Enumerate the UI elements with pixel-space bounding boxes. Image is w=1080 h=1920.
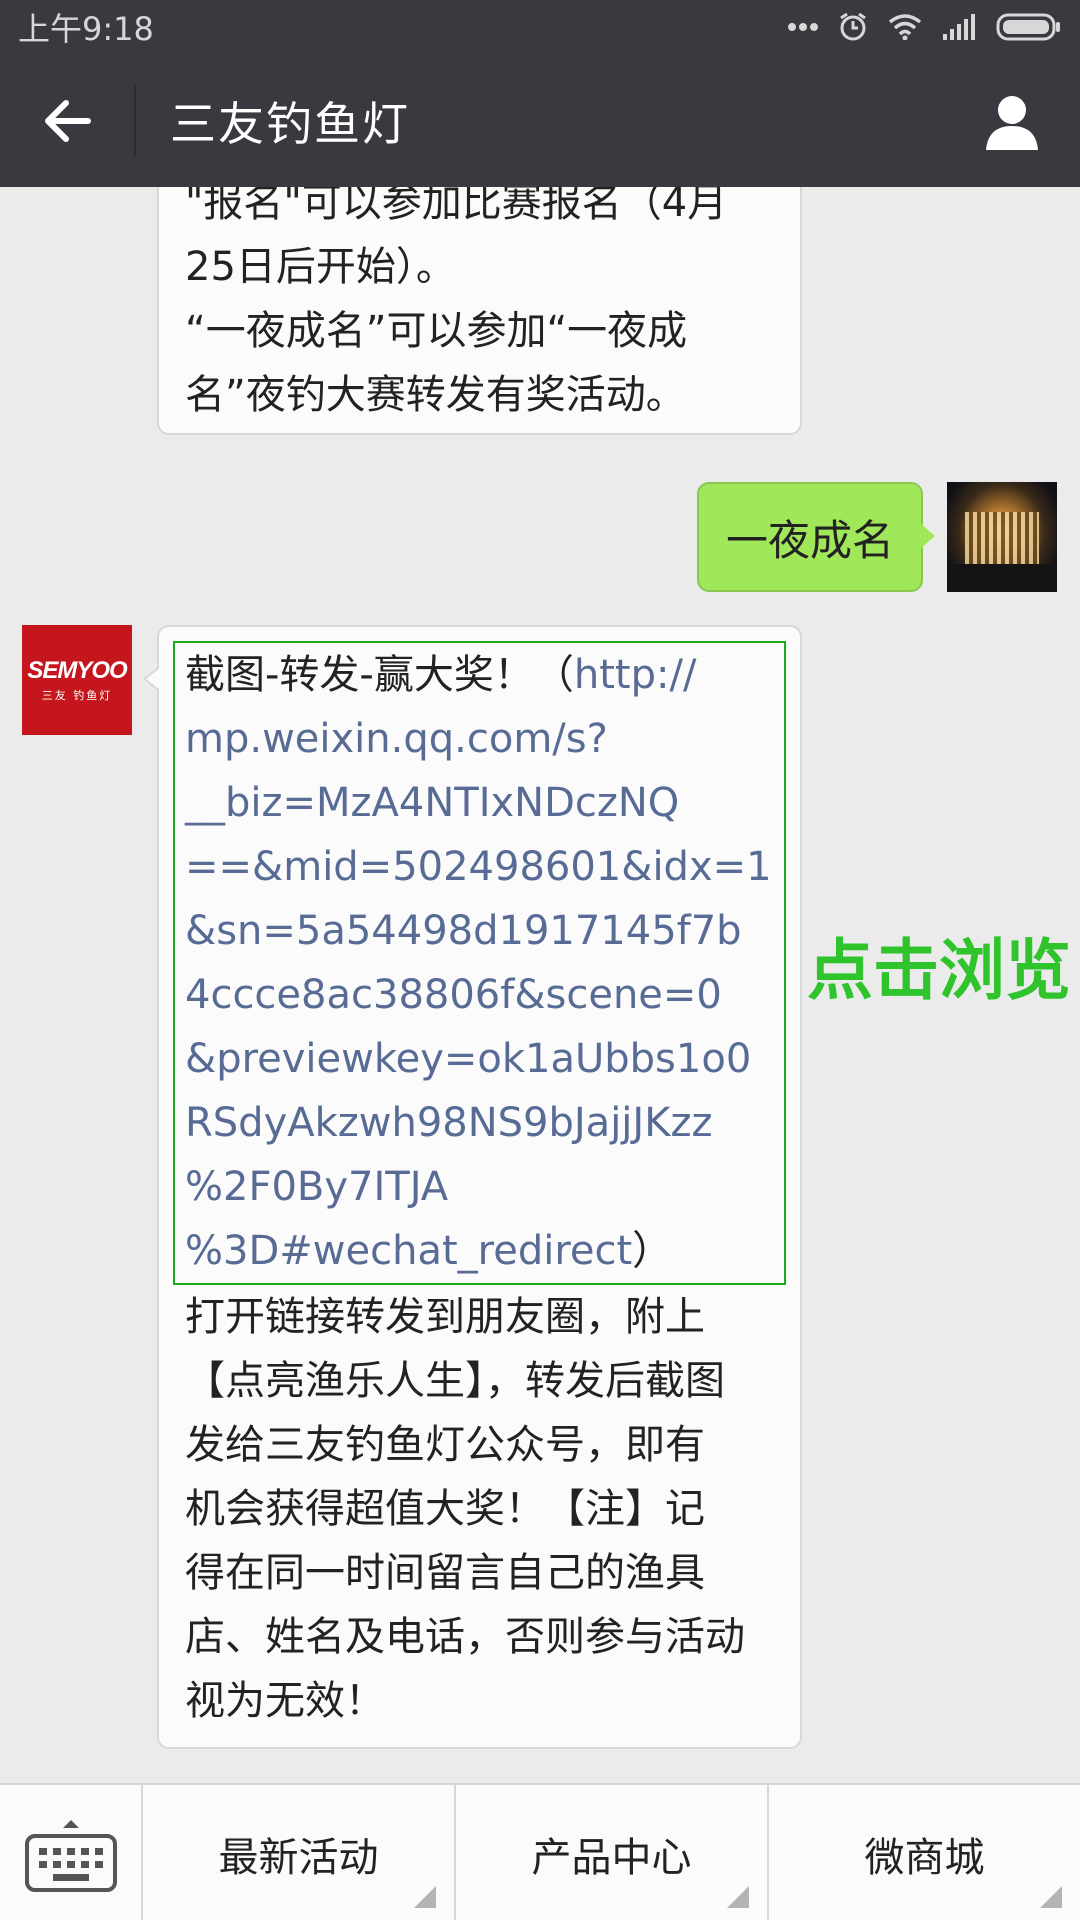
message-bubble-received[interactable]: 截图-转发-赢大奖！（http:// mp.weixin.qq.com/s? _… bbox=[143, 625, 802, 1749]
message-line: 店、姓名及电话，否则参与活动 bbox=[185, 1614, 745, 1660]
brand-logo: SEMYOO bbox=[27, 657, 127, 684]
message-line: 打开链接转发到朋友圈，附上 bbox=[185, 1294, 705, 1340]
more-dots-icon bbox=[788, 23, 818, 31]
avatar-building-shape bbox=[965, 512, 1039, 567]
menu-micro-shop[interactable]: 微商城 bbox=[769, 1785, 1080, 1920]
submenu-corner-icon bbox=[414, 1886, 436, 1908]
back-button[interactable] bbox=[0, 54, 134, 187]
menu-item-label: 微商城 bbox=[864, 1834, 985, 1881]
title-bar: 三友钓鱼灯 bbox=[0, 54, 1080, 187]
message-line: %3D#wechat_redirect） bbox=[185, 1219, 774, 1283]
message-line: 机会获得超值大奖！【注】记 bbox=[185, 1486, 705, 1532]
user-avatar[interactable] bbox=[947, 482, 1057, 592]
menu-product-center[interactable]: 产品中心 bbox=[456, 1785, 769, 1920]
message-link[interactable]: http:// bbox=[574, 652, 697, 698]
chat-area[interactable]: "报名"可以参加比赛报名（4月 25日后开始）。 “一夜成名”可以参加“一夜成 … bbox=[0, 187, 1080, 1783]
message-close-paren: ） bbox=[632, 1228, 673, 1274]
status-time: 上午9:18 bbox=[18, 10, 154, 48]
profile-button[interactable] bbox=[972, 82, 1052, 162]
battery-icon bbox=[996, 13, 1060, 41]
message-link[interactable]: RSdyAkzwh98NS9bJajjJKzz bbox=[185, 1091, 774, 1155]
menu-item-label: 产品中心 bbox=[531, 1834, 692, 1881]
click-to-browse-callout: 点击浏览 bbox=[807, 932, 1071, 1009]
message-line: 截图-转发-赢大奖！（http:// bbox=[185, 643, 774, 707]
message-line: 得在同一时间留言自己的渔具 bbox=[185, 1550, 705, 1596]
message-link[interactable]: 4ccce8ac38806f&scene=0 bbox=[185, 963, 774, 1027]
message-line: 名”夜钓大赛转发有奖活动。 bbox=[185, 372, 686, 418]
message-line: "报名"可以参加比赛报名（4月 bbox=[185, 187, 728, 226]
link-highlight-box: 截图-转发-赢大奖！（http:// mp.weixin.qq.com/s? _… bbox=[173, 641, 786, 1285]
message-text: 一夜成名 bbox=[725, 515, 894, 565]
message-line: 发给三友钓鱼灯公众号，即有 bbox=[185, 1422, 705, 1468]
status-icons bbox=[788, 12, 1062, 42]
message-line: 【点亮渔乐人生】，转发后截图 bbox=[185, 1358, 725, 1404]
message-line: 视为无效！ bbox=[185, 1678, 385, 1724]
keyboard-icon bbox=[24, 1819, 117, 1892]
person-icon bbox=[986, 96, 1038, 150]
message-link[interactable]: %3D#wechat_redirect bbox=[185, 1228, 632, 1274]
submenu-corner-icon bbox=[1040, 1886, 1062, 1908]
message-link[interactable]: mp.weixin.qq.com/s? bbox=[185, 707, 774, 771]
message-link[interactable]: __biz=MzA4NTIxNDczNQ bbox=[185, 771, 774, 835]
message-bubble-sent[interactable]: 一夜成名 bbox=[697, 482, 935, 592]
signal-icon bbox=[943, 14, 975, 40]
message-link[interactable]: &previewkey=ok1aUbbs1o0 bbox=[185, 1027, 774, 1091]
arrow-left-icon bbox=[45, 99, 91, 142]
brand-avatar[interactable]: SEMYOO 三友 钓鱼灯 bbox=[22, 625, 132, 735]
message-line: 25日后开始）。 bbox=[185, 244, 456, 290]
message-bubble-received[interactable]: "报名"可以参加比赛报名（4月 25日后开始）。 “一夜成名”可以参加“一夜成 … bbox=[157, 187, 802, 435]
message-link[interactable]: %2F0By7ITJA bbox=[185, 1155, 774, 1219]
title-divider bbox=[134, 84, 136, 157]
avatar-ground-shape bbox=[947, 564, 1057, 592]
status-bar: 上午9:18 bbox=[0, 0, 1080, 54]
bottom-menu: 最新活动 产品中心 微商城 bbox=[0, 1783, 1080, 1920]
alarm-icon bbox=[840, 12, 866, 41]
menu-latest-activities[interactable]: 最新活动 bbox=[143, 1785, 456, 1920]
message-intro: 截图-转发-赢大奖！（ bbox=[185, 652, 574, 698]
keyboard-toggle-button[interactable] bbox=[0, 1785, 143, 1920]
message-link[interactable]: &sn=5a54498d1917145f7b bbox=[185, 899, 774, 963]
submenu-corner-icon bbox=[727, 1886, 749, 1908]
wifi-icon bbox=[888, 14, 922, 40]
menu-item-label: 最新活动 bbox=[218, 1834, 379, 1881]
brand-logo-sub: 三友 钓鱼灯 bbox=[41, 689, 113, 702]
message-link[interactable]: ==&mid=502498601&idx=1 bbox=[185, 835, 774, 899]
chat-title: 三友钓鱼灯 bbox=[170, 96, 410, 151]
message-line: “一夜成名”可以参加“一夜成 bbox=[185, 308, 688, 354]
